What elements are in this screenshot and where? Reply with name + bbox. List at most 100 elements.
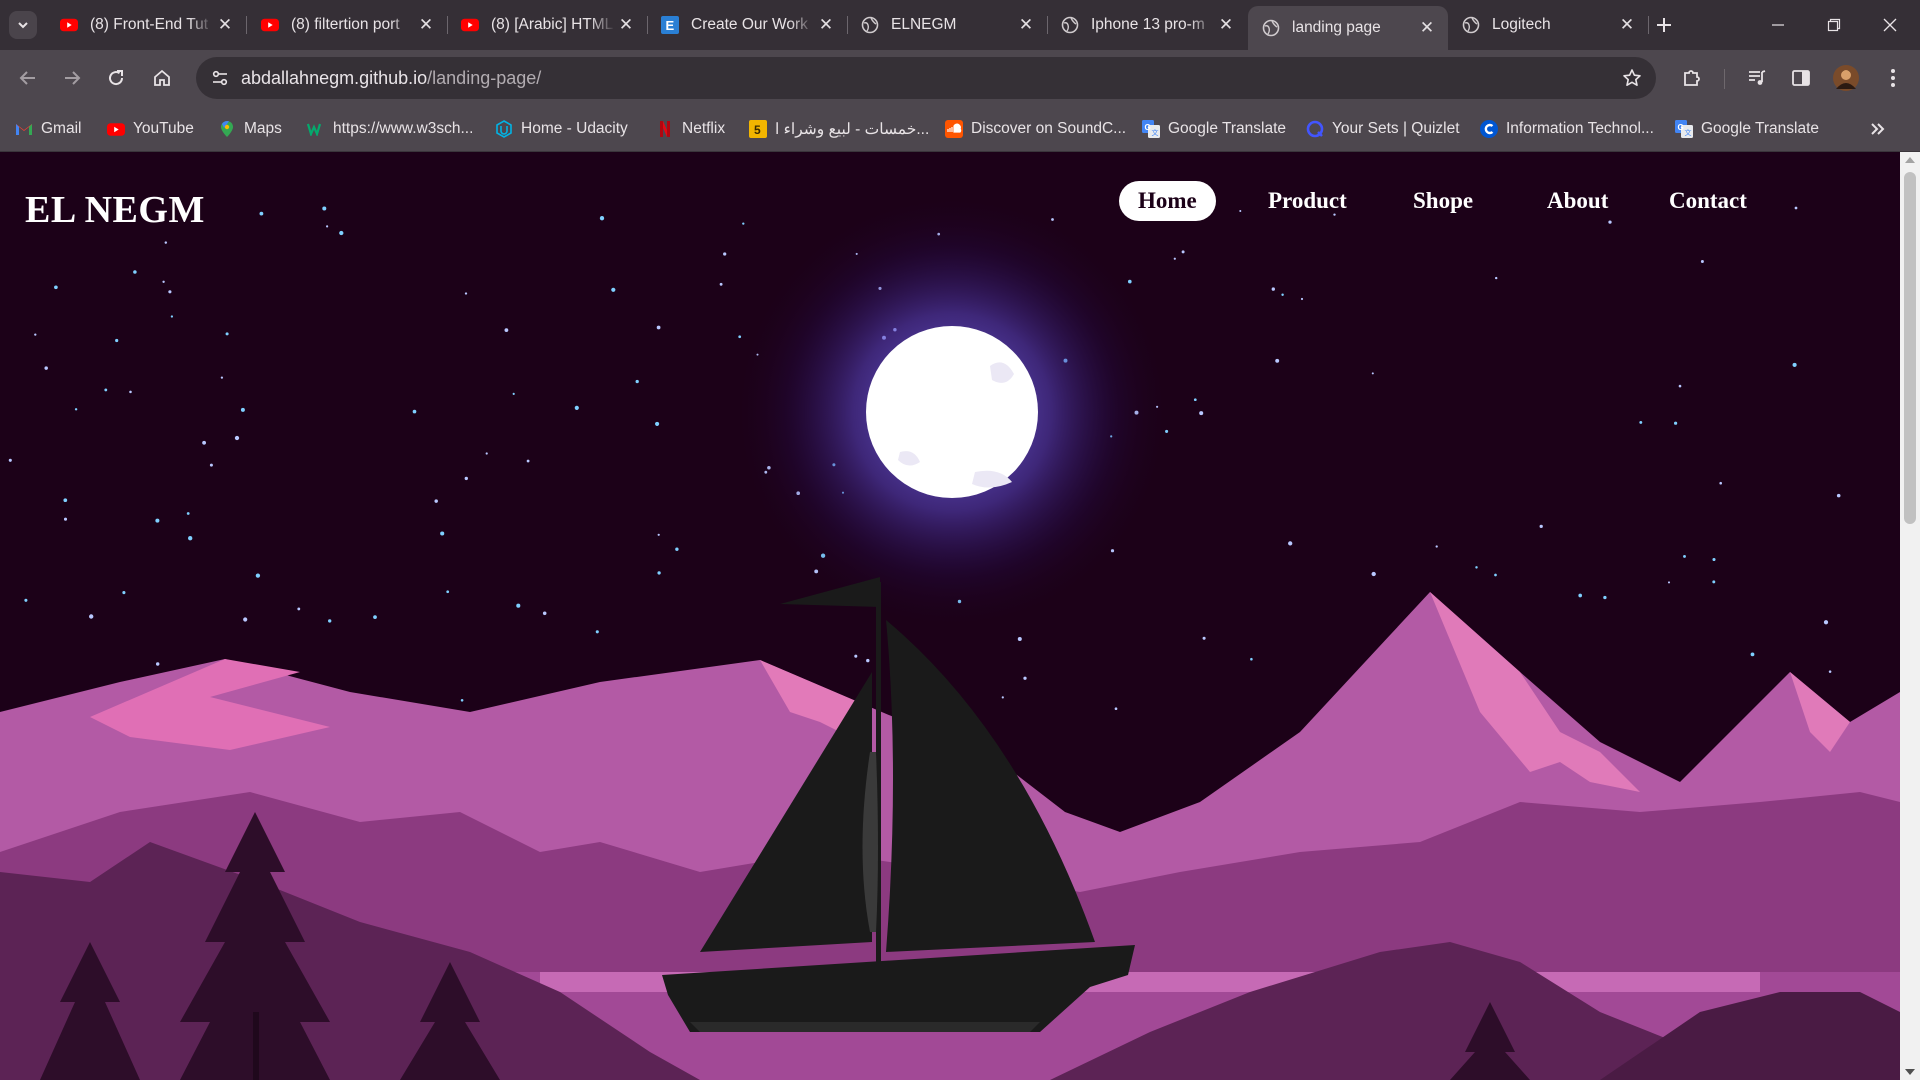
- nav-link-home[interactable]: Home: [1119, 181, 1216, 221]
- profile-avatar[interactable]: [1831, 63, 1861, 93]
- reload-icon: [109, 70, 124, 86]
- star: [1001, 696, 1004, 699]
- browser-tab[interactable]: ELNEGM ✕: [847, 8, 1048, 42]
- star: [1275, 358, 1280, 363]
- nav-link-about[interactable]: About: [1528, 181, 1627, 221]
- close-tab-icon[interactable]: ✕: [1416, 17, 1438, 39]
- minimize-button[interactable]: [1750, 0, 1806, 50]
- browser-tab[interactable]: Iphone 13 pro-m ✕: [1047, 8, 1247, 42]
- bookmark-label: YouTube: [133, 120, 194, 137]
- browser-tab-active[interactable]: landing page ✕: [1248, 6, 1448, 50]
- close-tab-icon[interactable]: ✕: [815, 14, 837, 36]
- nav-link-shope[interactable]: Shope: [1394, 181, 1492, 221]
- close-tab-icon[interactable]: ✕: [615, 14, 637, 36]
- star: [1712, 580, 1716, 584]
- bookmark-label: Discover on SoundC...: [971, 120, 1127, 137]
- youtube-icon: [107, 120, 125, 138]
- bookmark-item[interactable]: Information Technol...: [1480, 116, 1654, 142]
- bookmark-item[interactable]: Maps: [218, 116, 282, 142]
- star: [1719, 481, 1722, 485]
- double-chevron-right-icon: [1871, 123, 1885, 135]
- youtube-icon: [461, 16, 479, 34]
- close-tab-icon[interactable]: ✕: [1616, 14, 1638, 36]
- site-logo[interactable]: EL NEGM: [25, 188, 205, 232]
- site-info-button[interactable]: [204, 62, 236, 94]
- close-window-button[interactable]: [1862, 0, 1918, 50]
- star: [225, 332, 229, 336]
- scroll-down-arrow-icon[interactable]: [1905, 1069, 1915, 1075]
- bookmark-item[interactable]: Discover on SoundC...: [945, 116, 1126, 142]
- star: [373, 615, 377, 619]
- youtube-icon: [261, 16, 279, 34]
- forward-button[interactable]: [55, 61, 89, 95]
- close-tab-icon[interactable]: ✕: [415, 14, 437, 36]
- browser-tab[interactable]: (8) Front-End Tut ✕: [46, 8, 247, 42]
- star: [209, 463, 213, 467]
- star: [133, 270, 137, 274]
- bookmark-item[interactable]: YouTube: [107, 116, 194, 142]
- bookmark-item[interactable]: Your Sets | Quizlet: [1306, 116, 1460, 142]
- bookmark-item[interactable]: G文 Google Translate: [1675, 116, 1819, 142]
- star: [74, 408, 78, 411]
- page-scrollbar[interactable]: [1900, 152, 1920, 1080]
- star: [656, 325, 661, 330]
- scrollbar-thumb[interactable]: [1904, 172, 1916, 524]
- close-tab-icon[interactable]: ✕: [1015, 14, 1037, 36]
- browser-tab[interactable]: (8) filtertion port ✕: [247, 8, 448, 42]
- star: [1023, 676, 1027, 680]
- star: [1539, 524, 1543, 529]
- khamsat-icon: 5: [749, 120, 767, 138]
- bookmarks-bar: Gmail YouTube Maps https://www.w3sch... …: [0, 108, 1920, 152]
- star: [122, 591, 126, 595]
- star: [1181, 250, 1185, 254]
- url-text[interactable]: abdallahnegm.github.io/landing-page/: [241, 68, 541, 89]
- bookmark-star-button[interactable]: [1620, 66, 1644, 90]
- browser-tab[interactable]: (8) [Arabic] HTML ✕: [447, 8, 648, 42]
- star: [657, 533, 660, 536]
- star: [1792, 362, 1797, 367]
- bookmark-item[interactable]: Netflix: [656, 116, 725, 142]
- nav-link-contact[interactable]: Contact: [1650, 181, 1766, 221]
- bookmark-item[interactable]: Home - Udacity: [495, 116, 628, 142]
- star: [1435, 545, 1438, 548]
- browser-menu-button[interactable]: [1878, 63, 1908, 93]
- home-button[interactable]: [145, 61, 179, 95]
- bookmark-item[interactable]: https://www.w3sch...: [307, 116, 473, 142]
- close-tab-icon[interactable]: ✕: [1215, 14, 1237, 36]
- back-button[interactable]: [11, 61, 45, 95]
- bookmark-item[interactable]: 5 خمسات - لبيع وشراء ا...: [749, 116, 929, 142]
- address-bar[interactable]: abdallahnegm.github.io/landing-page/: [196, 57, 1656, 99]
- star: [1495, 276, 1498, 280]
- bookmark-label: Your Sets | Quizlet: [1332, 120, 1460, 137]
- star: [866, 658, 870, 663]
- close-tab-icon[interactable]: ✕: [214, 14, 236, 36]
- side-panel-button[interactable]: [1786, 63, 1816, 93]
- tune-icon: [212, 70, 228, 86]
- restore-button[interactable]: [1806, 0, 1862, 50]
- back-arrow-icon: [19, 71, 35, 85]
- star: [657, 571, 661, 575]
- reload-button[interactable]: [99, 61, 133, 95]
- soundcloud-icon: [945, 120, 963, 138]
- star: [129, 390, 132, 394]
- star: [1667, 581, 1671, 584]
- bookmark-item[interactable]: Gmail: [15, 116, 81, 142]
- tab-search-button[interactable]: [9, 11, 37, 39]
- tab-title: Create Our Work: [691, 16, 808, 33]
- queue-music-icon: [1749, 70, 1766, 85]
- nav-link-product[interactable]: Product: [1249, 181, 1366, 221]
- star: [104, 388, 108, 392]
- star: [460, 699, 464, 702]
- star: [1794, 206, 1798, 210]
- browser-tab[interactable]: Logitech ✕: [1448, 8, 1649, 42]
- star: [186, 512, 190, 515]
- scroll-up-arrow-icon[interactable]: [1905, 157, 1915, 163]
- media-controls-button[interactable]: [1742, 63, 1772, 93]
- bookmark-item[interactable]: G文 Google Translate: [1142, 116, 1286, 142]
- bookmark-label: Netflix: [682, 120, 726, 137]
- browser-tab[interactable]: E Create Our Work ✕: [647, 8, 848, 42]
- new-tab-button[interactable]: [1650, 11, 1678, 39]
- extensions-button[interactable]: [1677, 63, 1707, 93]
- more-bookmarks-button[interactable]: [1870, 116, 1886, 142]
- star: [168, 290, 172, 294]
